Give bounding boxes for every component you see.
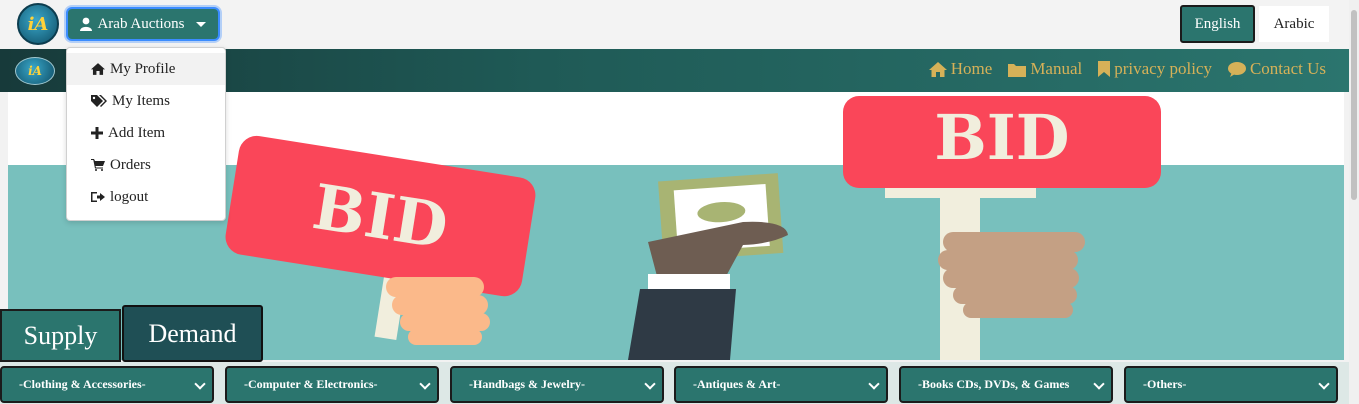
user-dropdown-menu: My Profile My Items Add Item Orders logo… bbox=[66, 47, 226, 221]
chevron-down-icon bbox=[1318, 378, 1330, 390]
menu-item-label: logout bbox=[110, 188, 149, 205]
nav-contact-label: Contact Us bbox=[1249, 59, 1326, 78]
category-select-handbags[interactable]: -Handbags & Jewelry- bbox=[450, 366, 664, 403]
category-label: -Others- bbox=[1143, 377, 1187, 391]
tab-supply[interactable]: Supply bbox=[0, 309, 121, 362]
category-label: -Books CDs, DVDs, & Games bbox=[918, 377, 1070, 391]
scrollbar-thumb[interactable] bbox=[1351, 10, 1357, 200]
menu-item-logout[interactable]: logout bbox=[67, 181, 225, 213]
page: iA Arab Auctions English Arabic iA Home … bbox=[0, 0, 1359, 404]
category-select-computer[interactable]: -Computer & Electronics- bbox=[225, 366, 439, 403]
chevron-down-icon bbox=[194, 378, 206, 390]
top-bar: iA Arab Auctions English Arabic bbox=[0, 0, 1349, 49]
user-menu-label: Arab Auctions bbox=[97, 15, 185, 32]
language-english-button[interactable]: English bbox=[1180, 5, 1255, 43]
nav-privacy-label: privacy policy bbox=[1114, 59, 1212, 78]
category-label: -Computer & Electronics- bbox=[244, 377, 378, 391]
nav-manual-label: Manual bbox=[1030, 59, 1083, 78]
cart-icon bbox=[91, 159, 105, 171]
sign-out-icon bbox=[91, 192, 105, 202]
category-label: -Antiques & Art- bbox=[693, 377, 781, 391]
category-select-antiques[interactable]: -Antiques & Art- bbox=[674, 366, 888, 403]
nav-home-link[interactable]: Home bbox=[928, 59, 993, 79]
site-logo[interactable]: iA bbox=[17, 3, 59, 45]
chevron-down-icon bbox=[868, 378, 880, 390]
category-label: -Handbags & Jewelry- bbox=[469, 377, 585, 391]
menu-item-my-profile[interactable]: My Profile bbox=[67, 53, 225, 85]
menu-item-label: My Items bbox=[112, 92, 170, 109]
menu-item-my-items[interactable]: My Items bbox=[67, 85, 225, 117]
folder-icon bbox=[1008, 63, 1027, 77]
home-icon bbox=[91, 63, 105, 75]
category-select-others[interactable]: -Others- bbox=[1124, 366, 1338, 403]
left-hand bbox=[386, 277, 490, 345]
category-select-clothing[interactable]: -Clothing & Accessories- bbox=[0, 366, 214, 403]
home-icon bbox=[928, 61, 947, 77]
category-select-books[interactable]: -Books CDs, DVDs, & Games bbox=[899, 366, 1113, 403]
nav-links: Home Manual privacy policy Contact Us bbox=[928, 59, 1326, 79]
language-arabic-button[interactable]: Arabic bbox=[1259, 6, 1329, 42]
menu-item-label: Orders bbox=[110, 156, 151, 173]
tags-icon bbox=[91, 95, 107, 107]
caret-down-icon bbox=[195, 21, 206, 27]
navbar-logo[interactable]: iA bbox=[15, 57, 55, 85]
user-icon bbox=[80, 17, 93, 31]
menu-item-label: Add Item bbox=[108, 124, 166, 141]
center-hand bbox=[628, 221, 788, 360]
right-sign-text: BID bbox=[934, 101, 1069, 174]
plus-icon bbox=[91, 127, 103, 139]
bookmark-icon bbox=[1098, 61, 1111, 77]
comment-icon bbox=[1227, 61, 1246, 77]
chevron-down-icon bbox=[1093, 378, 1105, 390]
nav-home-label: Home bbox=[950, 59, 993, 78]
menu-item-orders[interactable]: Orders bbox=[67, 149, 225, 181]
tab-demand[interactable]: Demand bbox=[122, 305, 263, 362]
chevron-down-icon bbox=[419, 378, 431, 390]
nav-contact-link[interactable]: Contact Us bbox=[1227, 59, 1326, 79]
menu-item-add-item[interactable]: Add Item bbox=[67, 117, 225, 149]
category-label: -Clothing & Accessories- bbox=[19, 377, 146, 391]
right-bid-sign: BID bbox=[843, 96, 1161, 360]
nav-privacy-link[interactable]: privacy policy bbox=[1098, 59, 1212, 79]
nav-manual-link[interactable]: Manual bbox=[1008, 59, 1082, 79]
chevron-down-icon bbox=[644, 378, 656, 390]
menu-item-label: My Profile bbox=[110, 60, 176, 77]
user-menu-button[interactable]: Arab Auctions bbox=[66, 7, 220, 41]
